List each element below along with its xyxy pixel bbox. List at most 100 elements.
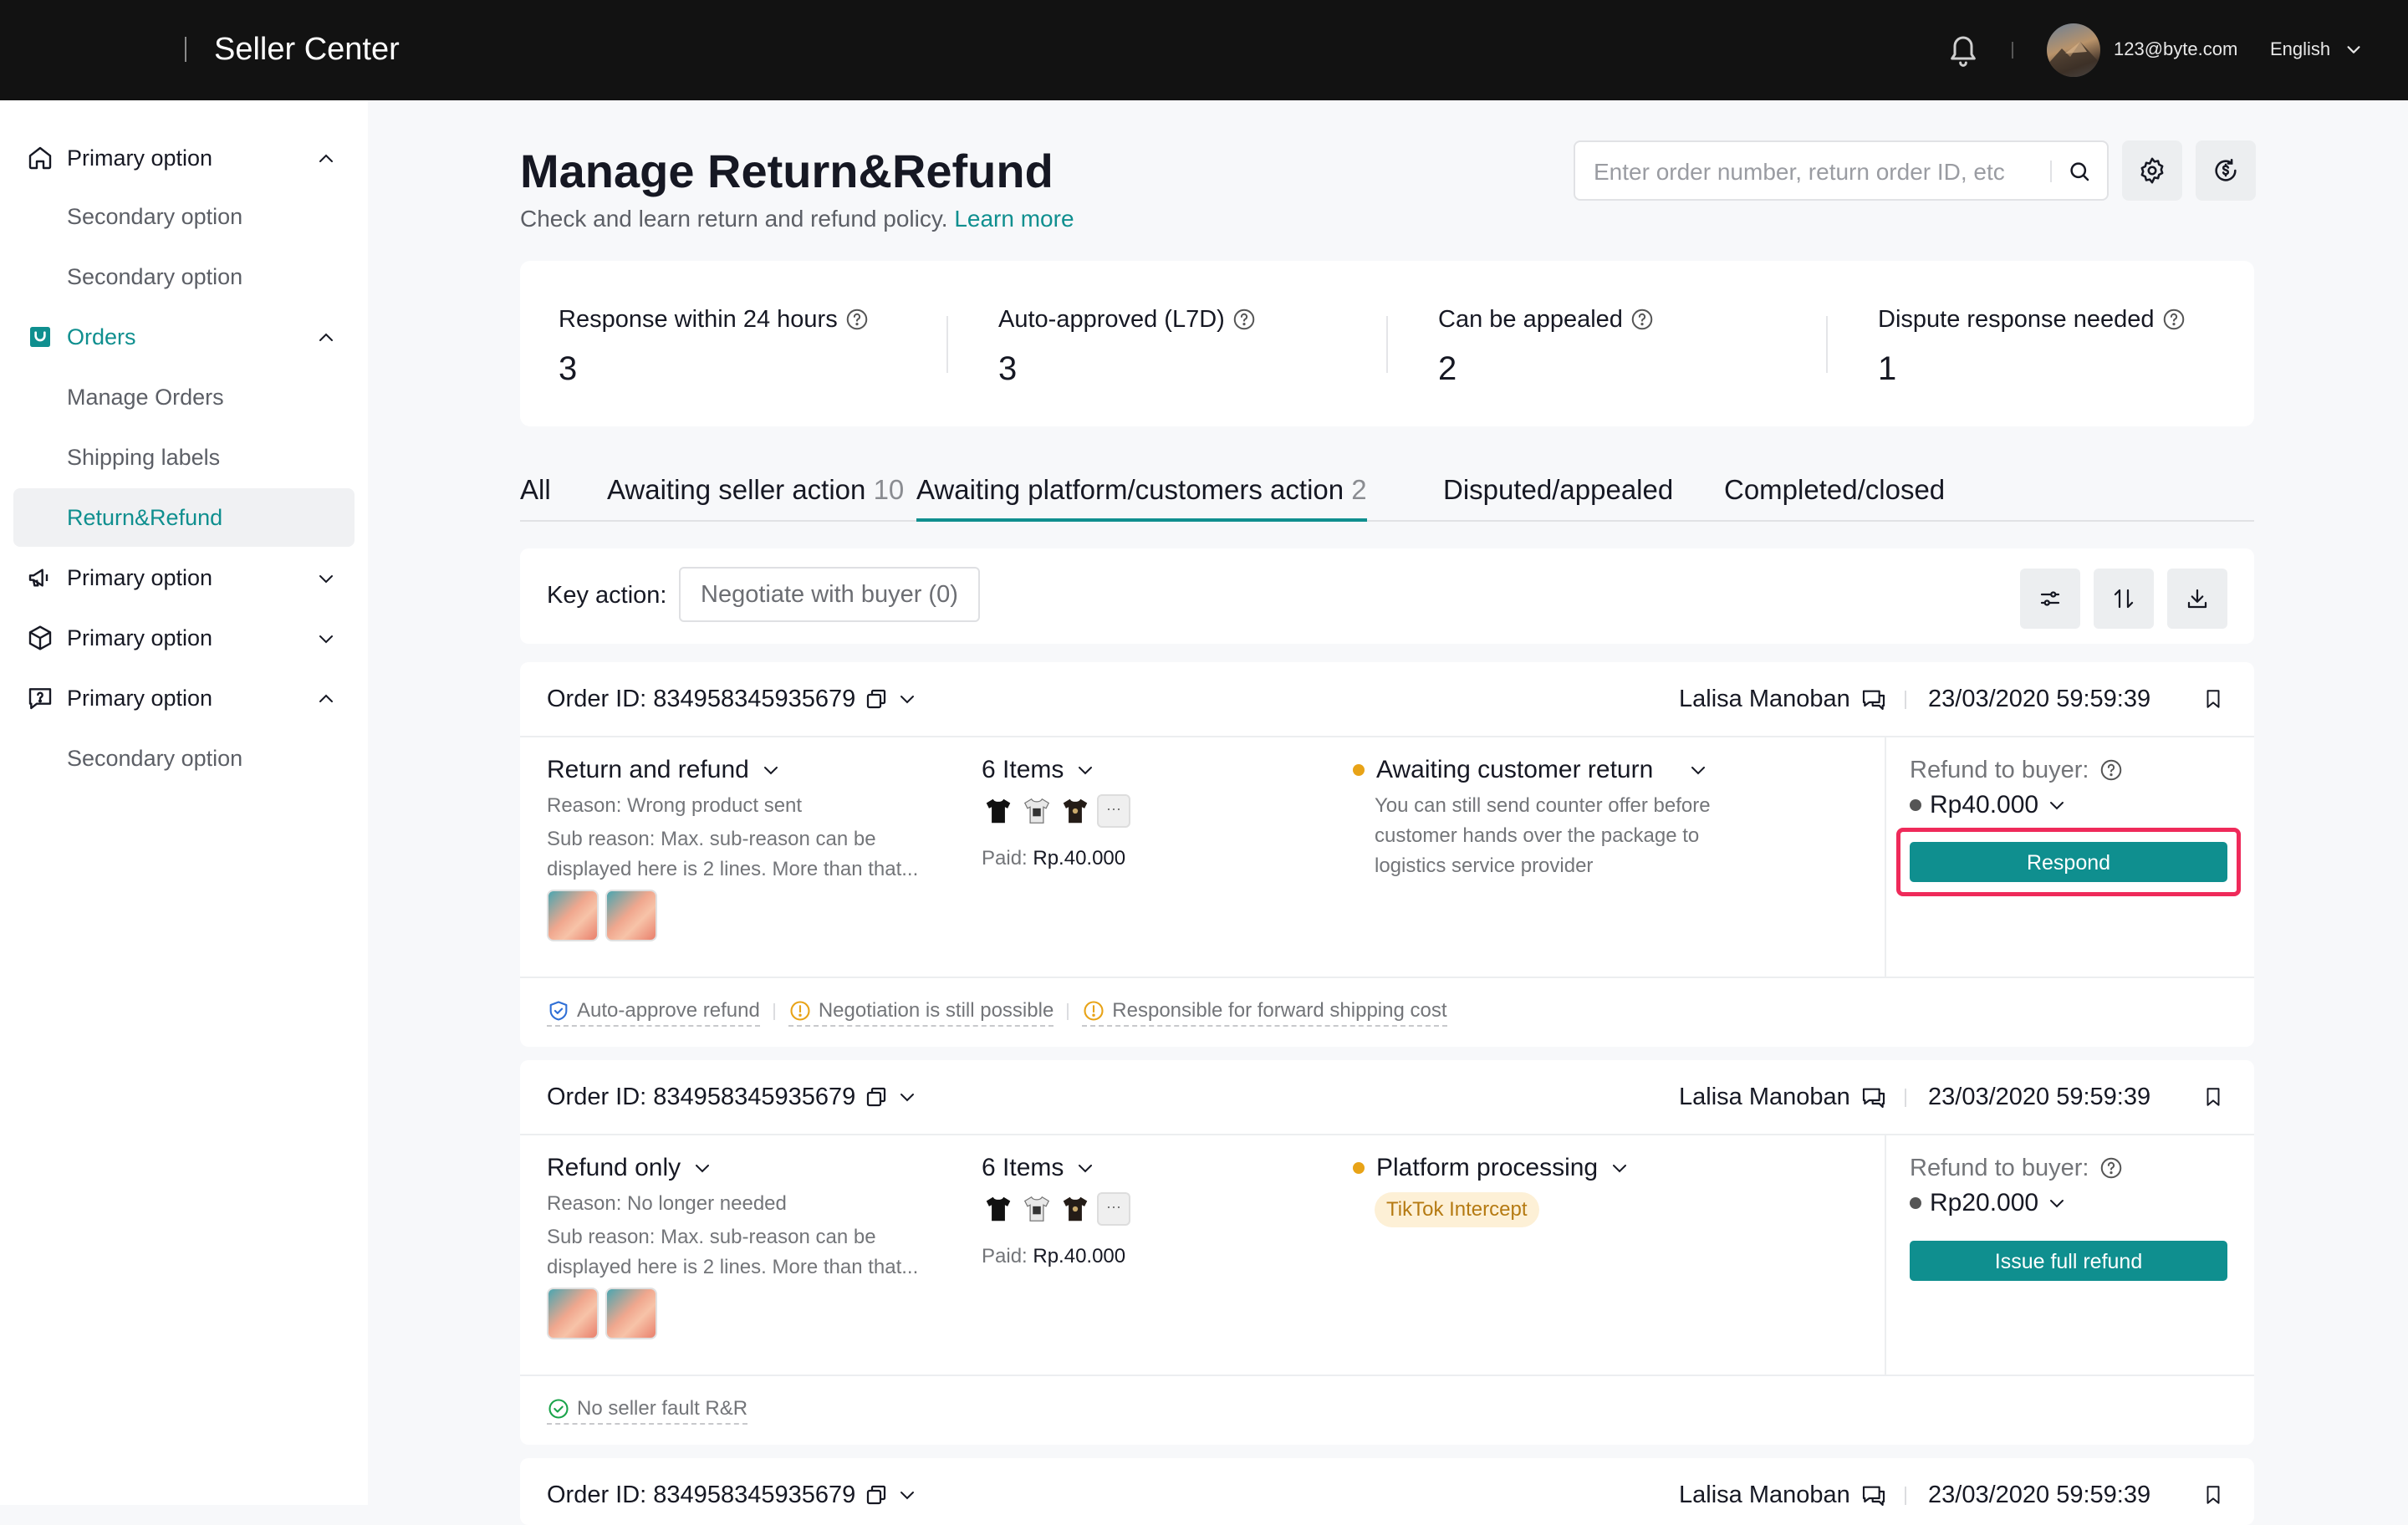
sidebar-item-secondary-3[interactable]: Secondary option [13, 729, 355, 788]
evidence-image[interactable] [605, 1288, 657, 1339]
buyer-name[interactable]: Lalisa Manoban [1679, 681, 1887, 717]
currency-button[interactable] [2196, 140, 2256, 201]
item-image[interactable] [1020, 1192, 1054, 1226]
chevron-down-icon[interactable] [1688, 760, 1708, 780]
evidence-image[interactable] [547, 890, 599, 941]
search-icon[interactable] [2067, 159, 2092, 184]
help-icon[interactable] [1232, 307, 1257, 332]
filter-button[interactable] [2020, 569, 2080, 629]
chevron-down-icon[interactable] [897, 1485, 917, 1505]
refund-amount[interactable]: Rp20.000 [1910, 1186, 2067, 1221]
check-circle-icon [547, 1397, 570, 1420]
item-image[interactable] [982, 1192, 1015, 1226]
buyer-name[interactable]: Lalisa Manoban [1679, 1079, 1887, 1115]
stat-response-24h[interactable]: Response within 24 hours 3 [559, 304, 870, 391]
help-icon[interactable] [2099, 1155, 2124, 1181]
order-status[interactable]: Platform processing [1353, 1150, 1630, 1186]
sidebar-item-secondary-1[interactable]: Secondary option [13, 187, 355, 246]
bookmark-icon[interactable] [2202, 1085, 2224, 1109]
items-count[interactable]: 6 Items [982, 1150, 1095, 1186]
stat-dispute-response[interactable]: Dispute response needed 1 [1878, 304, 2186, 391]
chevron-down-icon[interactable] [2047, 795, 2067, 815]
tab-awaiting-platform[interactable]: Awaiting platform/customers action 2 [916, 460, 1367, 522]
item-image[interactable] [1020, 794, 1054, 828]
refund-amount-text: Rp20.000 [1930, 1189, 2039, 1216]
item-image[interactable] [1059, 1192, 1092, 1226]
chevron-up-icon[interactable] [316, 689, 336, 709]
copy-icon[interactable] [864, 1482, 889, 1507]
chat-icon[interactable] [1860, 1482, 1887, 1508]
help-icon[interactable] [844, 307, 870, 332]
evidence-image[interactable] [605, 890, 657, 941]
sidebar-item-primary-5[interactable]: Primary option [13, 669, 355, 727]
chat-icon[interactable] [1860, 1084, 1887, 1110]
more-items-icon[interactable]: ··· [1097, 794, 1130, 828]
tag-shipping-cost[interactable]: Responsible for forward shipping cost [1082, 997, 1447, 1027]
order-status[interactable]: Awaiting customer return [1353, 752, 1708, 788]
sidebar-item-shipping-labels[interactable]: Shipping labels [13, 428, 355, 487]
tab-disputed[interactable]: Disputed/appealed [1443, 460, 1673, 520]
chevron-down-icon[interactable] [761, 760, 781, 780]
user-email[interactable]: 123@byte.com [2114, 37, 2237, 62]
bell-icon[interactable] [1946, 32, 1980, 69]
chevron-down-icon[interactable] [2047, 1193, 2067, 1213]
sidebar-item-orders[interactable]: Orders [13, 308, 355, 366]
tab-completed[interactable]: Completed/closed [1724, 460, 1945, 520]
chevron-down-icon[interactable] [692, 1158, 712, 1178]
chevron-down-icon[interactable] [897, 1087, 917, 1107]
item-image[interactable] [1059, 794, 1092, 828]
request-type[interactable]: Refund only [547, 1150, 712, 1186]
learn-more-link[interactable]: Learn more [954, 206, 1074, 232]
sidebar-item-primary-3[interactable]: Primary option [13, 548, 355, 607]
bookmark-icon[interactable] [2202, 1483, 2224, 1507]
tag-list: No seller fault R&R [547, 1395, 748, 1425]
download-button[interactable] [2167, 569, 2227, 629]
chevron-up-icon[interactable] [316, 328, 336, 348]
sidebar-item-secondary-2[interactable]: Secondary option [13, 247, 355, 306]
help-icon[interactable] [1630, 307, 1655, 332]
issue-full-refund-button[interactable]: Issue full refund [1910, 1241, 2227, 1281]
header-divider [1905, 1487, 1906, 1505]
app-brand[interactable]: Seller Center [214, 27, 400, 72]
search-input[interactable]: Enter order number, return order ID, etc [1574, 140, 2109, 201]
chevron-down-icon[interactable] [316, 569, 336, 589]
chevron-down-icon[interactable] [897, 689, 917, 709]
more-items-icon[interactable]: ··· [1097, 1192, 1130, 1226]
language-selector[interactable]: English [2270, 37, 2330, 62]
sidebar-item-primary-4[interactable]: Primary option [13, 609, 355, 667]
stat-can-be-appealed[interactable]: Can be appealed 2 [1438, 304, 1655, 391]
avatar[interactable] [2047, 23, 2100, 77]
negotiate-chip[interactable]: Negotiate with buyer (0) [679, 567, 980, 622]
tab-awaiting-seller[interactable]: Awaiting seller action 10 [607, 460, 904, 520]
tab-all[interactable]: All [520, 460, 551, 520]
refund-amount[interactable]: Rp40.000 [1910, 788, 2067, 823]
settings-button[interactable] [2122, 140, 2182, 201]
sidebar-item-primary-1[interactable]: Primary option [13, 129, 355, 187]
chevron-down-icon[interactable] [1075, 760, 1095, 780]
tag-negotiation[interactable]: Negotiation is still possible [788, 997, 1054, 1027]
tag-auto-approve[interactable]: Auto-approve refund [547, 997, 760, 1027]
tag-divider [773, 1003, 775, 1020]
request-type[interactable]: Return and refund [547, 752, 781, 788]
respond-button[interactable]: Respond [1910, 842, 2227, 882]
chevron-down-icon[interactable] [316, 629, 336, 649]
item-image[interactable] [982, 794, 1015, 828]
help-icon[interactable] [2161, 307, 2186, 332]
bookmark-icon[interactable] [2202, 687, 2224, 711]
chat-icon[interactable] [1860, 686, 1887, 712]
evidence-image[interactable] [547, 1288, 599, 1339]
sort-button[interactable] [2094, 569, 2154, 629]
sidebar-item-return-refund[interactable]: Return&Refund [13, 488, 355, 547]
buyer-name[interactable]: Lalisa Manoban [1679, 1477, 1887, 1513]
copy-icon[interactable] [864, 1084, 889, 1109]
chevron-down-icon[interactable] [1610, 1158, 1630, 1178]
chevron-up-icon[interactable] [316, 149, 336, 169]
items-count[interactable]: 6 Items [982, 752, 1095, 788]
chevron-down-icon[interactable] [2344, 40, 2363, 59]
copy-icon[interactable] [864, 686, 889, 711]
chevron-down-icon[interactable] [1075, 1158, 1095, 1178]
sidebar-item-manage-orders[interactable]: Manage Orders [13, 368, 355, 426]
help-icon[interactable] [2099, 757, 2124, 783]
tag-no-seller-fault[interactable]: No seller fault R&R [547, 1395, 748, 1425]
stat-auto-approved[interactable]: Auto-approved (L7D) 3 [998, 304, 1257, 391]
